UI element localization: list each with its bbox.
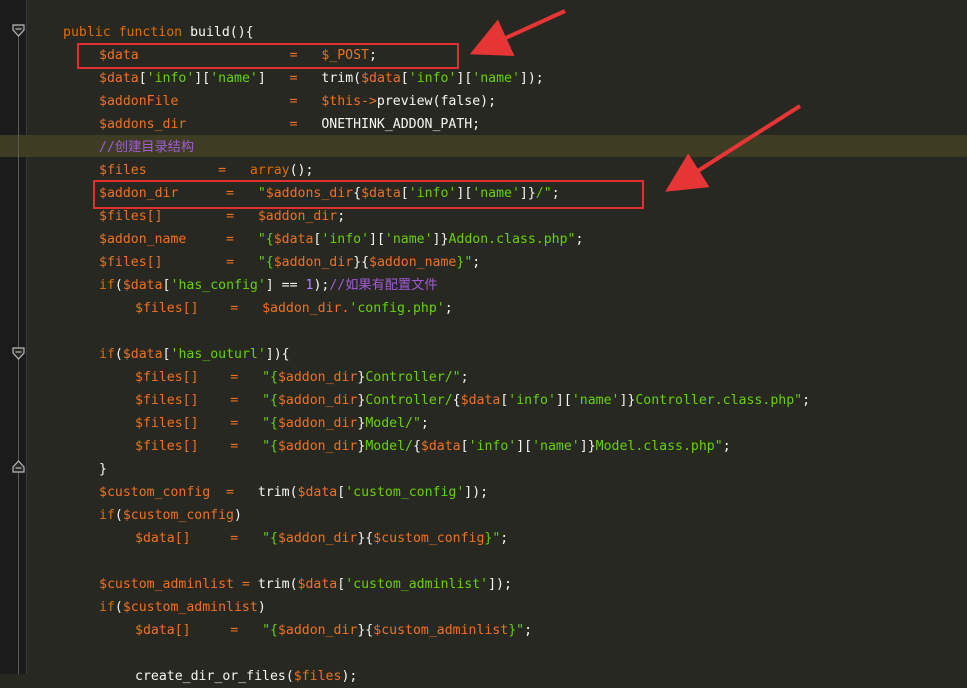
annotation-arrow-1 [469,9,566,56]
annotation-arrows [469,9,802,192]
annotation-arrow-2 [665,104,802,192]
